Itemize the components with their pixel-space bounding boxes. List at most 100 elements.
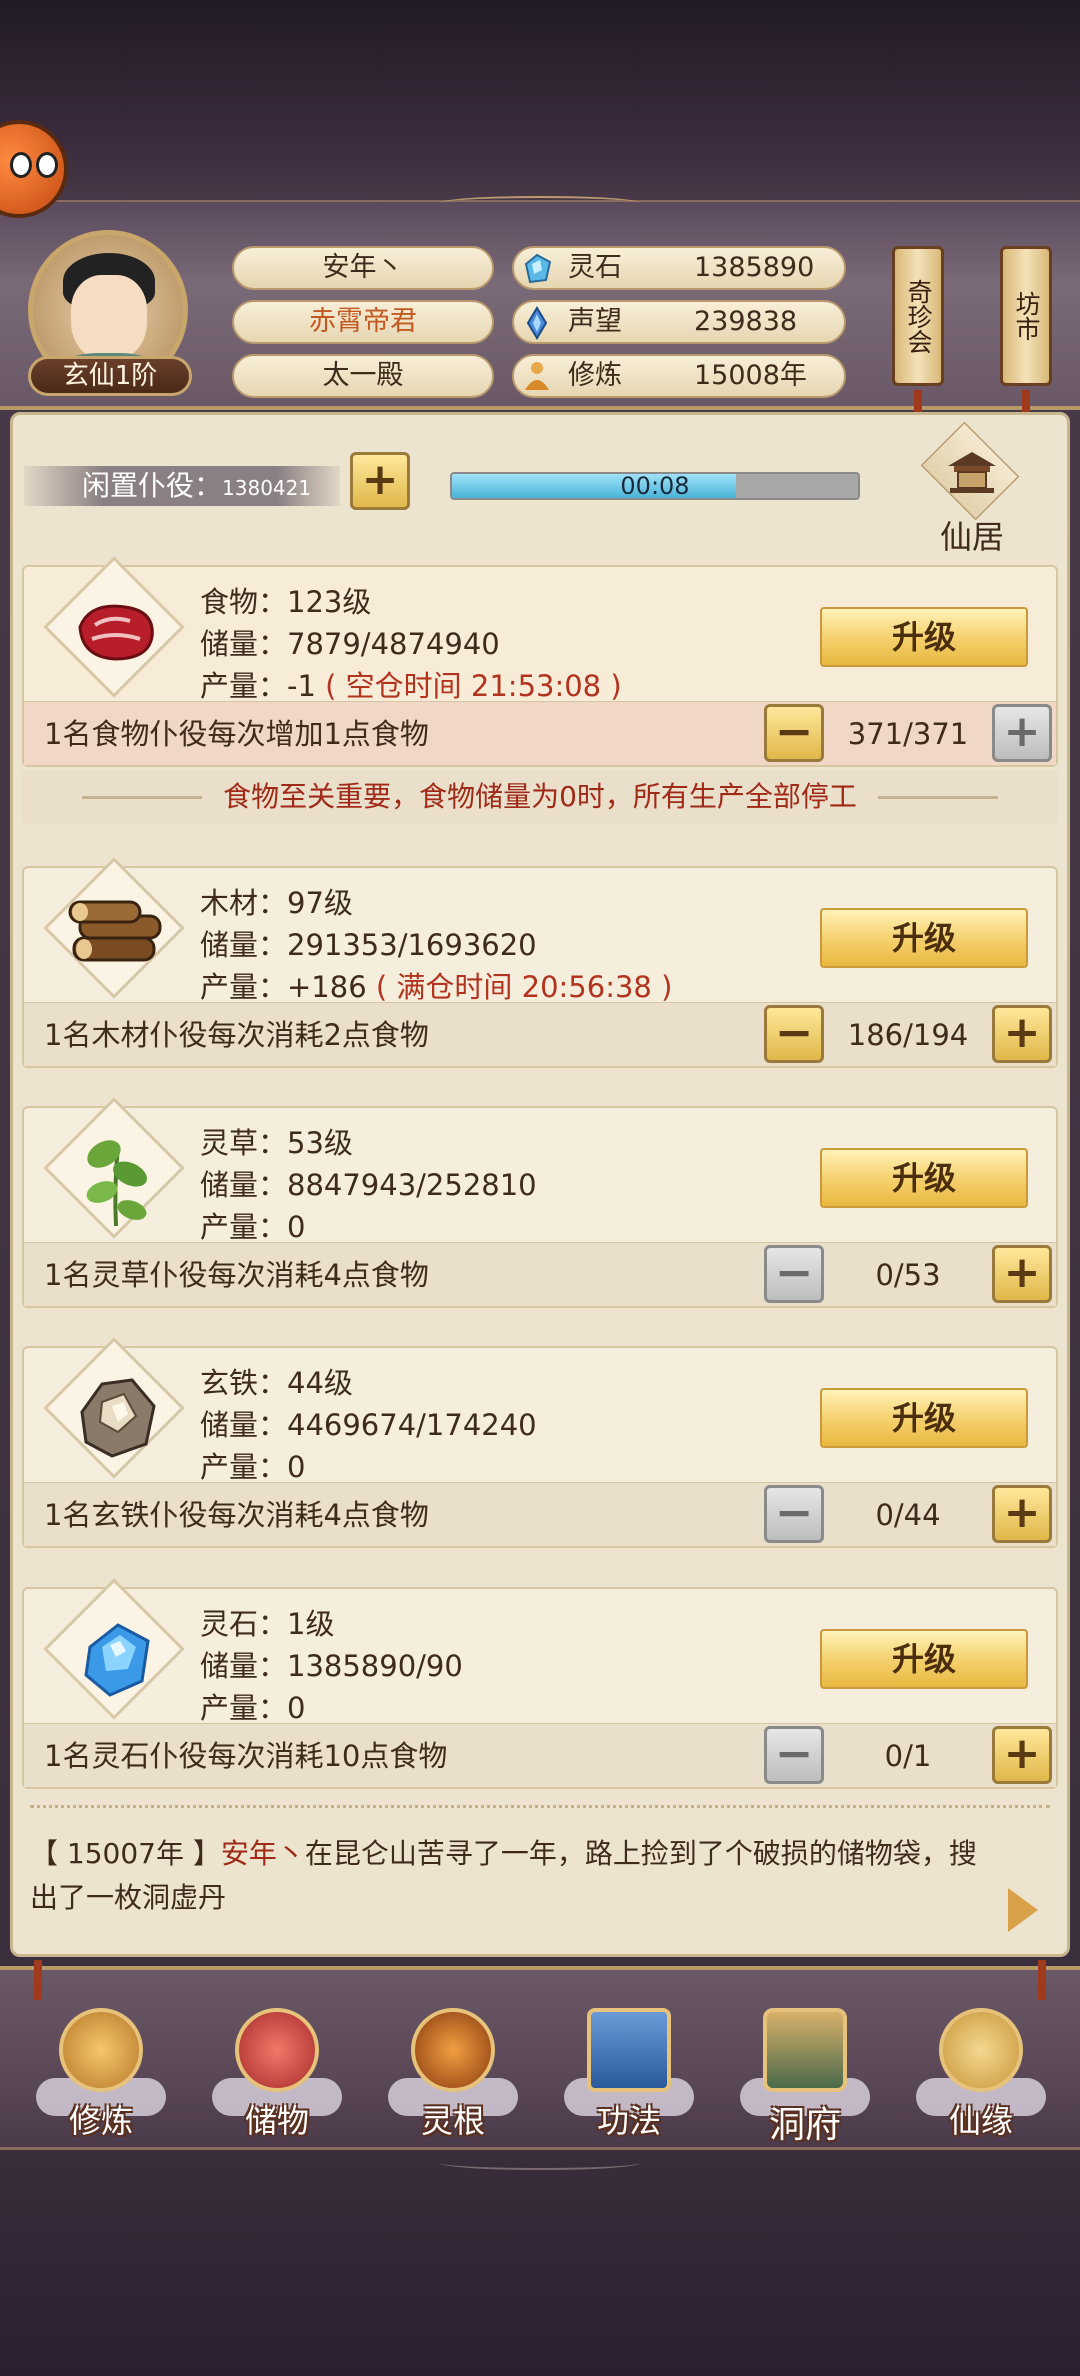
remove-worker-button[interactable]: − [764, 1245, 824, 1303]
event-log: 【 15007年 】安年丶在昆仑山苦寻了一年，路上捡到了个破损的储物袋，搜出了一… [30, 1832, 990, 1920]
worker-description: 1名玄铁仆役每次消耗4点食物 [44, 1498, 429, 1532]
market-button[interactable]: 坊市 [1000, 246, 1052, 386]
residence-label[interactable]: 仙居 [940, 512, 1004, 558]
log-year: 【 15007年 】 [30, 1837, 221, 1870]
nav-label: 洞府 [768, 2105, 841, 2146]
resource-output: 产量：0 [200, 1685, 305, 1727]
spirit-herb-icon [86, 1140, 147, 1227]
worker-description: 1名灵草仆役每次消耗4点食物 [44, 1258, 429, 1292]
nav-spirit-root[interactable]: 灵根 [378, 1998, 528, 2148]
worker-count: 0/53 [875, 1258, 941, 1292]
resource-card-wood: 木材：97级 储量：291353/1693620 产量：+186 ( 满仓时间 … [22, 857, 1058, 1068]
resource-storage: 储量：8847943/252810 [200, 1168, 537, 1202]
mascot-eye-icon [10, 152, 32, 178]
output-value: 产量：-1 [200, 669, 316, 703]
resource-output: 产量：-1 ( 空仓时间 21:53:08 ) [200, 663, 622, 705]
black-iron-ore-icon [80, 1378, 156, 1458]
resource-storage: 储量：1385890/90 [200, 1649, 463, 1683]
worker-row: 1名玄铁仆役每次消耗4点食物 − 0/44 + [24, 1482, 1056, 1546]
stat-label: 声望 [568, 306, 622, 337]
nav-label: 修炼 [68, 2102, 133, 2140]
player-name: 安年丶 [232, 246, 494, 290]
resource-storage: 储量：7879/4874940 [200, 627, 500, 661]
remove-worker-button[interactable]: − [764, 1005, 824, 1063]
treasure-fair-button[interactable]: 奇珍会 [892, 246, 944, 386]
player-title: 赤霄帝君 [232, 300, 494, 344]
add-worker-button[interactable]: + [992, 1005, 1052, 1063]
resource-level: 木材：97级 [200, 886, 353, 920]
upgrade-button[interactable]: 升级 [820, 1388, 1028, 1448]
worker-description: 1名灵石仆役每次消耗10点食物 [44, 1739, 448, 1773]
cave-house-icon [763, 2008, 847, 2092]
nav-label: 灵根 [420, 2102, 485, 2140]
log-player-name: 安年丶 [220, 1837, 305, 1870]
add-worker-button[interactable]: + [992, 1485, 1052, 1543]
idle-label-text: 闲置仆役： [82, 469, 223, 502]
idle-count: 1380421 [222, 476, 312, 500]
nav-techniques[interactable]: 功法 [554, 1998, 704, 2148]
footer-ornament [440, 2156, 640, 2170]
worker-row: 1名灵草仆役每次消耗4点食物 − 0/53 + [24, 1242, 1056, 1306]
worker-count: 0/1 [884, 1739, 932, 1773]
output-value: 产量：0 [200, 1450, 306, 1484]
pavilion-icon [948, 452, 996, 493]
player-rank-badge: 玄仙1阶 [28, 356, 192, 396]
worker-row: 1名食物仆役每次增加1点食物 − 371/371 + [24, 701, 1056, 765]
remove-worker-button[interactable]: − [764, 704, 824, 762]
resource-card-iron: 玄铁：44级 储量：4469674/174240 产量：0 升级 1名玄铁仆役每… [22, 1337, 1058, 1548]
remove-worker-button[interactable]: − [764, 1726, 824, 1784]
nav-cave-residence[interactable]: 洞府 [730, 1998, 880, 2148]
avatar-face [71, 275, 147, 361]
player-sect: 太一殿 [232, 354, 494, 398]
nav-storage[interactable]: 储物 [202, 1998, 352, 2148]
upgrade-button[interactable]: 升级 [820, 908, 1028, 968]
worker-count: 0/44 [875, 1498, 941, 1532]
mascot-eye-icon [36, 152, 58, 178]
spirit-root-icon [411, 2008, 495, 2092]
idle-timer-text: 00:08 [620, 472, 690, 500]
meat-icon [78, 604, 154, 661]
worker-description: 1名食物仆役每次增加1点食物 [44, 717, 429, 751]
nav-cultivate[interactable]: 修炼 [26, 1998, 176, 2148]
output-value: 产量：0 [200, 1210, 306, 1244]
nav-label: 储物 [244, 2102, 309, 2140]
cultivation-figure-icon [525, 362, 549, 390]
nav-label: 仙缘 [948, 2102, 1013, 2140]
output-value: 产量：+186 [200, 970, 367, 1004]
add-worker-button[interactable]: + [992, 1726, 1052, 1784]
pouch-icon [235, 2008, 319, 2092]
idle-timer-progress: 00:08 [450, 472, 860, 500]
stat-value: 1385890 [694, 252, 815, 283]
tassel-decoration [34, 1960, 42, 2000]
stat-spirit-stone: 灵石 1385890 [512, 246, 846, 290]
log-next-arrow-icon[interactable] [1008, 1888, 1038, 1932]
upgrade-button[interactable]: 升级 [820, 1148, 1028, 1208]
nav-fate[interactable]: 仙缘 [906, 1998, 1056, 2148]
resource-card-herb: 灵草：53级 储量：8847943/252810 产量：0 升级 1名灵草仆役每… [22, 1097, 1058, 1308]
resource-card-food: 食物：123级 储量：7879/4874940 产量：-1 ( 空仓时间 21:… [22, 556, 1058, 767]
food-warning: 食物至关重要，食物储量为0时，所有生产全部停工 [22, 770, 1058, 824]
prestige-crystal-icon [526, 306, 548, 340]
worker-count: 186/194 [847, 1018, 969, 1052]
output-note: ( 满仓时间 20:56:38 ) [375, 970, 673, 1004]
log-divider [30, 1805, 1050, 1813]
add-idle-servant-button[interactable]: + [350, 452, 410, 510]
worker-description: 1名木材仆役每次消耗2点食物 [44, 1018, 429, 1052]
resource-storage: 储量：291353/1693620 [200, 928, 537, 962]
worker-count: 371/371 [847, 717, 969, 751]
nav-label: 功法 [596, 2102, 661, 2140]
output-value: 产量：0 [200, 1691, 306, 1725]
idle-servants-label: 闲置仆役：1380421 [24, 466, 340, 506]
add-worker-button[interactable]: + [992, 1245, 1052, 1303]
resource-level: 灵石：1级 [200, 1607, 335, 1641]
add-worker-button[interactable]: + [992, 704, 1052, 762]
remove-worker-button[interactable]: − [764, 1485, 824, 1543]
stat-cultivation: 修炼 15008年 [512, 354, 846, 398]
resource-level: 食物：123级 [200, 585, 372, 619]
upgrade-button[interactable]: 升级 [820, 607, 1028, 667]
header-ornament [440, 196, 640, 210]
stat-label: 灵石 [568, 252, 622, 283]
resource-output: 产量：0 [200, 1444, 305, 1486]
spirit-stone-icon [524, 253, 552, 284]
upgrade-button[interactable]: 升级 [820, 1629, 1028, 1689]
